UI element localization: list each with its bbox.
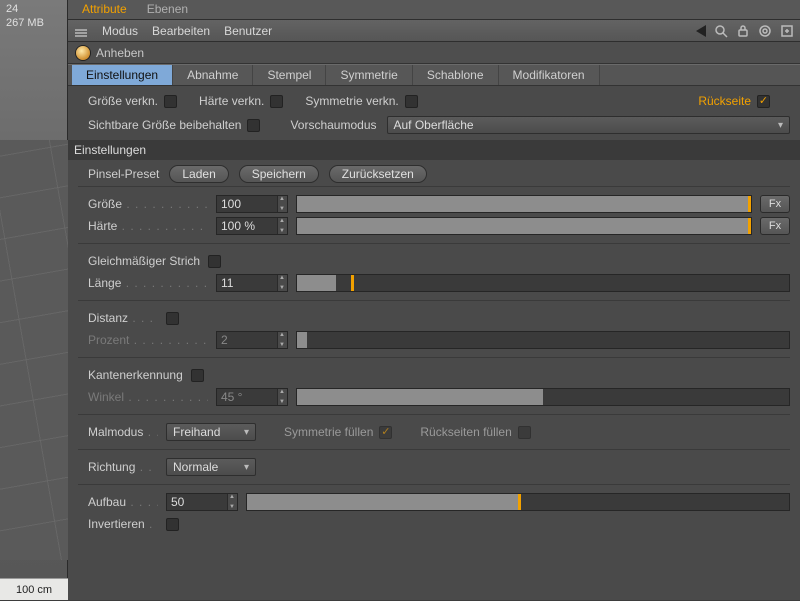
subtab-schablone[interactable]: Schablone — [413, 65, 499, 85]
label-pinsel-preset: Pinsel-Preset — [88, 167, 159, 181]
dropdown-richtung[interactable]: Normale — [166, 458, 256, 476]
checkbox-invertieren[interactable] — [166, 518, 179, 531]
viewport-stat-line1: 24 — [6, 2, 44, 16]
label-kantenerkennung: Kantenerkennung — [88, 368, 183, 382]
slider-groesse[interactable] — [296, 195, 752, 213]
label-invertieren: Invertieren — [88, 517, 158, 531]
field-winkel: 45 ° — [216, 388, 288, 406]
search-icon[interactable] — [714, 24, 728, 38]
field-laenge[interactable]: 11 — [216, 274, 288, 292]
tool-header: Anheben — [68, 42, 800, 64]
checkbox-sichtbare-groesse[interactable] — [247, 119, 260, 132]
tool-name: Anheben — [96, 46, 144, 60]
viewport-strip: 24 267 MB 100 cm — [0, 0, 68, 600]
label-vorschaumodus: Vorschaumodus — [290, 118, 376, 132]
dropdown-malmodus[interactable]: Freihand — [166, 423, 256, 441]
viewport-stat-line2: 267 MB — [6, 16, 44, 30]
section-einstellungen: Einstellungen — [68, 140, 800, 160]
viewport-stats: 24 267 MB — [6, 2, 44, 30]
checkbox-gleichmaessiger-strich[interactable] — [208, 255, 221, 268]
tab-attribute[interactable]: Attribute — [72, 0, 137, 19]
sculpt-tool-icon — [76, 46, 90, 60]
btn-zuruecksetzen[interactable]: Zurücksetzen — [329, 165, 427, 183]
tab-ebenen[interactable]: Ebenen — [137, 0, 198, 19]
checkbox-symmetrie-fuellen — [379, 426, 392, 439]
label-symmetrie-fuellen: Symmetrie füllen — [284, 425, 373, 439]
label-prozent: Prozent — [88, 333, 208, 347]
label-distanz: Distanz — [88, 311, 158, 325]
subtab-modifikatoren[interactable]: Modifikatoren — [499, 65, 600, 85]
label-winkel: Winkel — [88, 390, 208, 404]
dropdown-vorschaumodus-value: Auf Oberfläche — [394, 118, 474, 132]
menu-modus[interactable]: Modus — [102, 24, 138, 38]
label-laenge: Länge — [88, 276, 208, 290]
checkbox-symmetrie-verkn[interactable] — [405, 95, 418, 108]
maximize-icon[interactable] — [780, 24, 794, 38]
label-groesse: Größe — [88, 197, 208, 211]
sub-tabs: Einstellungen Abnahme Stempel Symmetrie … — [68, 64, 800, 86]
btn-laden[interactable]: Laden — [169, 165, 228, 183]
dropdown-vorschaumodus[interactable]: Auf Oberfläche — [387, 116, 791, 134]
field-haerte[interactable]: 100 % — [216, 217, 288, 235]
label-haerte: Härte — [88, 219, 208, 233]
slider-aufbau[interactable] — [246, 493, 790, 511]
slider-haerte[interactable] — [296, 217, 752, 235]
slider-laenge[interactable] — [296, 274, 790, 292]
label-groesse-verkn: Größe verkn. — [88, 94, 158, 108]
menu-benutzer[interactable]: Benutzer — [224, 24, 272, 38]
checkbox-groesse-verkn[interactable] — [164, 95, 177, 108]
target-icon[interactable] — [758, 24, 772, 38]
field-groesse[interactable]: 100 — [216, 195, 288, 213]
btn-speichern[interactable]: Speichern — [239, 165, 319, 183]
label-aufbau: Aufbau — [88, 495, 158, 509]
label-rueckseiten-fuellen: Rückseiten füllen — [420, 425, 511, 439]
viewport-grid[interactable] — [0, 140, 68, 560]
menu-bearbeiten[interactable]: Bearbeiten — [152, 24, 210, 38]
label-richtung: Richtung — [88, 460, 158, 474]
slider-winkel — [296, 388, 790, 406]
checkbox-kantenerkennung[interactable] — [191, 369, 204, 382]
subtab-abnahme[interactable]: Abnahme — [173, 65, 253, 85]
label-sichtbare-groesse: Sichtbare Größe beibehalten — [88, 118, 241, 132]
top-tabs: Attribute Ebenen — [68, 0, 800, 20]
subtab-einstellungen[interactable]: Einstellungen — [72, 65, 173, 85]
subtab-stempel[interactable]: Stempel — [253, 65, 326, 85]
checkbox-rueckseiten-fuellen — [518, 426, 531, 439]
checkbox-haerte-verkn[interactable] — [270, 95, 283, 108]
grip-icon — [74, 26, 88, 36]
label-symmetrie-verkn: Symmetrie verkn. — [305, 94, 398, 108]
settings-body: Größe verkn. Härte verkn. Symmetrie verk… — [68, 86, 800, 551]
attribute-panel: Attribute Ebenen Modus Bearbeiten Benutz… — [68, 0, 800, 600]
slider-prozent — [296, 331, 790, 349]
label-rueckseite: Rückseite — [698, 94, 751, 108]
subtab-symmetrie[interactable]: Symmetrie — [326, 65, 412, 85]
checkbox-rueckseite[interactable] — [757, 95, 770, 108]
label-malmodus: Malmodus — [88, 425, 158, 439]
field-aufbau[interactable]: 50 — [166, 493, 238, 511]
fx-groesse[interactable]: Fx — [760, 195, 790, 213]
nav-back-icon[interactable] — [696, 25, 706, 37]
toolbar: Modus Bearbeiten Benutzer — [68, 20, 800, 42]
field-prozent: 2 — [216, 331, 288, 349]
label-gleichmaessiger-strich: Gleichmäßiger Strich — [88, 254, 200, 268]
viewport-ruler: 100 cm — [0, 578, 68, 600]
lock-icon[interactable] — [736, 24, 750, 38]
fx-haerte[interactable]: Fx — [760, 217, 790, 235]
checkbox-distanz[interactable] — [166, 312, 179, 325]
label-haerte-verkn: Härte verkn. — [199, 94, 264, 108]
